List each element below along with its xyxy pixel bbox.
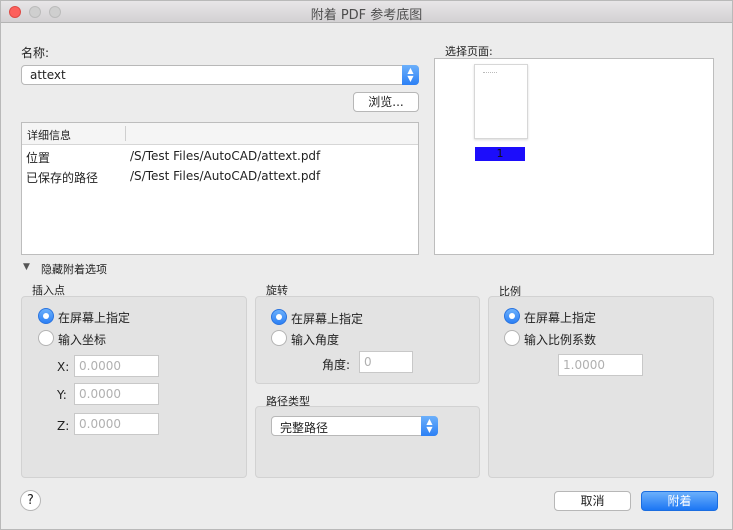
angle-field[interactable]: 0 — [359, 351, 413, 373]
path-type-value: 完整路径 — [280, 421, 329, 435]
scale-factor-field[interactable]: 1.0000 — [558, 354, 643, 376]
rotation-screen-radio[interactable] — [271, 309, 287, 325]
page-preview-list: 1 — [434, 58, 714, 255]
hide-options-toggle[interactable]: 隐藏附着选项 — [41, 261, 107, 277]
disclosure-triangle-icon[interactable]: ▼ — [23, 262, 30, 272]
column-divider — [125, 126, 126, 141]
table-row[interactable]: 已保存的路径 /S/Test Files/AutoCAD/attext.pdf — [22, 165, 418, 185]
y-label: Y: — [57, 388, 67, 402]
help-button[interactable]: ? — [20, 490, 41, 511]
y-field[interactable]: 0.0000 — [74, 383, 159, 405]
attach-button[interactable]: 附着 — [641, 491, 718, 511]
window-title: 附着 PDF 参考底图 — [310, 8, 423, 23]
detail-value: /S/Test Files/AutoCAD/attext.pdf — [130, 169, 321, 183]
scale-factor-radio[interactable] — [504, 330, 520, 346]
detail-key: 位置 — [26, 151, 51, 165]
detail-value: /S/Test Files/AutoCAD/attext.pdf — [130, 149, 321, 163]
details-table-header: 详细信息 — [22, 123, 418, 145]
chevron-updown-icon: ▲ ▼ — [402, 65, 419, 85]
rotation-angle-label[interactable]: 输入角度 — [291, 331, 339, 348]
name-select[interactable]: attext ▲ ▼ — [21, 65, 419, 85]
insertion-screen-label[interactable]: 在屏幕上指定 — [58, 309, 130, 326]
z-label: Z: — [57, 419, 70, 433]
insertion-coords-label[interactable]: 输入坐标 — [58, 331, 106, 348]
path-type-select[interactable]: 完整路径 ▲ ▼ — [271, 416, 438, 436]
detail-key: 已保存的路径 — [26, 171, 99, 185]
x-label: X: — [57, 360, 70, 374]
chevron-updown-icon: ▲ ▼ — [421, 416, 438, 436]
rotation-screen-label[interactable]: 在屏幕上指定 — [291, 310, 363, 327]
title-bar: 附着 PDF 参考底图 — [1, 1, 732, 23]
attach-pdf-dialog: 附着 PDF 参考底图 名称: attext ▲ ▼ 浏览... 详细信息 位置 … — [0, 0, 733, 530]
browse-button[interactable]: 浏览... — [353, 92, 419, 112]
rotation-angle-radio[interactable] — [271, 330, 287, 346]
details-header-label: 详细信息 — [27, 129, 71, 142]
details-table: 详细信息 位置 /S/Test Files/AutoCAD/attext.pdf… — [21, 122, 419, 255]
scale-screen-radio[interactable] — [504, 308, 520, 324]
angle-label: 角度: — [322, 358, 351, 372]
page-number-label[interactable]: 1 — [475, 147, 525, 161]
insertion-screen-radio[interactable] — [38, 308, 54, 324]
z-field[interactable]: 0.0000 — [74, 413, 159, 435]
table-row[interactable]: 位置 /S/Test Files/AutoCAD/attext.pdf — [22, 145, 418, 165]
x-field[interactable]: 0.0000 — [74, 355, 159, 377]
insertion-coords-radio[interactable] — [38, 330, 54, 346]
scale-screen-label[interactable]: 在屏幕上指定 — [524, 309, 596, 326]
name-label: 名称: — [21, 46, 50, 60]
select-page-label: 选择页面: — [445, 45, 493, 58]
name-select-value: attext — [30, 68, 66, 82]
scale-panel — [488, 296, 714, 478]
page-thumbnail[interactable] — [474, 64, 528, 139]
scale-factor-label[interactable]: 输入比例系数 — [524, 331, 596, 348]
cancel-button[interactable]: 取消 — [554, 491, 631, 511]
